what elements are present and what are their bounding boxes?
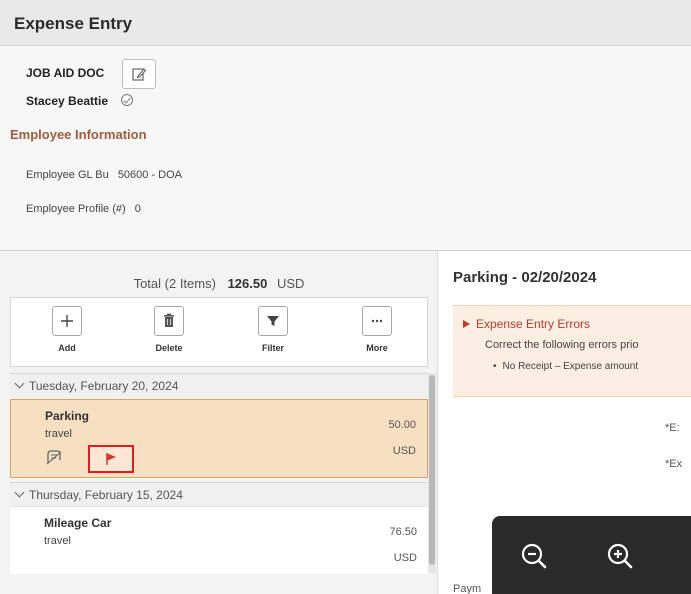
- zoom-out-button[interactable]: [514, 536, 554, 576]
- add-button-box[interactable]: [52, 306, 82, 336]
- zoom-out-icon: [521, 543, 547, 569]
- more-button[interactable]: More: [347, 306, 407, 353]
- zoom-in-button[interactable]: [600, 536, 640, 576]
- error-heading-text: Expense Entry Errors: [476, 317, 591, 331]
- title-bar: Expense Entry: [0, 0, 691, 46]
- flag-icon: [106, 453, 116, 465]
- error-heading[interactable]: Expense Entry Errors: [463, 317, 590, 331]
- receipt-missing-icon: [46, 450, 62, 465]
- delete-label: Delete: [155, 343, 183, 353]
- more-button-box[interactable]: [362, 306, 392, 336]
- gl-bu-field: Employee GL Bu 50600 - DOA: [26, 169, 182, 181]
- expense-currency: USD: [393, 552, 417, 564]
- expense-item-mileage[interactable]: Mileage Car travel 76.50 USD: [10, 506, 428, 574]
- error-instruction: Correct the following errors prio: [485, 339, 639, 351]
- total-label: Total (2 Items): [133, 276, 216, 291]
- zoom-in-icon: [607, 543, 633, 569]
- add-button[interactable]: Add: [37, 306, 97, 353]
- expense-toolbar: Add Delete Filter More: [10, 297, 428, 367]
- page-title: Expense Entry: [14, 14, 133, 33]
- gl-bu-value: 50600 - DOA: [117, 169, 183, 181]
- error-bullet-item: • No Receipt – Expense amount: [493, 361, 638, 372]
- employee-name: Stacey Beattie: [26, 94, 109, 108]
- expense-purpose: travel: [44, 535, 71, 547]
- scrollbar-thumb[interactable]: [429, 375, 435, 565]
- edit-report-button[interactable]: [122, 59, 156, 89]
- total-currency: USD: [276, 276, 305, 291]
- expense-purpose: travel: [45, 428, 72, 440]
- list-scrollbar[interactable]: [428, 373, 436, 573]
- trash-icon: [164, 313, 174, 327]
- expense-type: Parking: [45, 409, 90, 423]
- zoom-controls: [492, 516, 691, 594]
- report-header: JOB AID DOC Stacey Beattie Employee Info…: [0, 46, 691, 251]
- bullet-dot: •: [493, 361, 497, 372]
- report-name: JOB AID DOC: [26, 66, 105, 80]
- expense-total: Total (2 Items) 126.50 USD: [0, 276, 438, 291]
- detail-title: Parking - 02/20/2024: [453, 269, 597, 286]
- profile-value: 0: [134, 203, 141, 215]
- filter-label: Filter: [261, 343, 284, 353]
- chevron-down-icon: [14, 378, 25, 389]
- profile-field: Employee Profile (#) 0: [26, 203, 141, 215]
- expense-item-parking[interactable]: Parking travel 50.00 USD: [10, 399, 428, 478]
- expand-triangle-icon: [463, 320, 470, 328]
- expense-amount: 76.50: [389, 526, 417, 538]
- chevron-down-icon: [14, 487, 25, 498]
- more-label: More: [366, 343, 388, 353]
- required-field-label: *E:: [665, 422, 680, 434]
- error-flag-highlight[interactable]: [88, 445, 134, 473]
- expense-type: Mileage Car: [44, 516, 112, 530]
- expense-currency: USD: [392, 445, 416, 457]
- status-check-icon: [121, 94, 133, 106]
- payment-label: Paym: [453, 583, 482, 594]
- more-icon: [371, 319, 383, 323]
- pencil-icon: [132, 68, 147, 81]
- add-label: Add: [58, 343, 76, 353]
- error-bullet-text: No Receipt – Expense amount: [502, 361, 639, 372]
- employee-info-heading: Employee Information: [10, 127, 147, 142]
- day-group-header[interactable]: Tuesday, February 20, 2024: [10, 373, 430, 397]
- filter-button-box[interactable]: [258, 306, 288, 336]
- plus-icon: [61, 315, 73, 327]
- delete-button[interactable]: Delete: [139, 306, 199, 353]
- expense-list-panel: Total (2 Items) 126.50 USD Add Delete Fi…: [0, 251, 438, 594]
- day-group-header[interactable]: Thursday, February 15, 2024: [10, 482, 430, 506]
- delete-button-box[interactable]: [154, 306, 184, 336]
- required-field-label: *Ex: [665, 458, 683, 470]
- profile-label: Employee Profile (#): [26, 203, 126, 215]
- day-date: Thursday, February 15, 2024: [29, 488, 183, 502]
- error-message-box: Expense Entry Errors Correct the followi…: [453, 305, 691, 397]
- filter-button[interactable]: Filter: [243, 306, 303, 353]
- day-date: Tuesday, February 20, 2024: [29, 379, 179, 393]
- expense-amount: 50.00: [388, 419, 416, 431]
- gl-bu-label: Employee GL Bu: [26, 169, 109, 181]
- total-amount: 126.50: [227, 276, 268, 291]
- filter-icon: [267, 316, 279, 326]
